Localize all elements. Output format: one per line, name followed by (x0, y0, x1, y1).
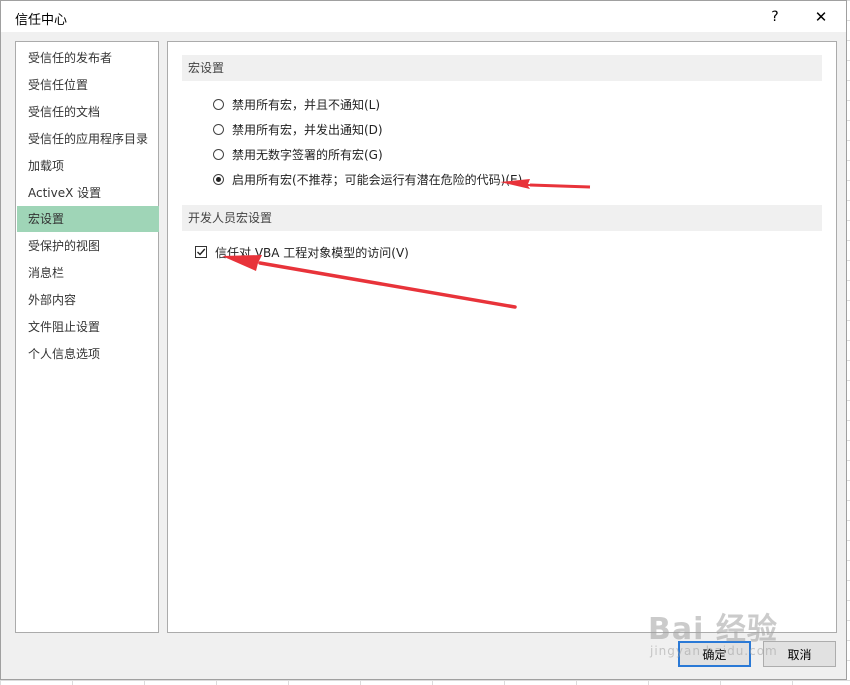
radio-circle-icon[interactable] (213, 98, 224, 110)
trust-center-dialog: 信任中心 ? ✕ 受信任的发布者 受信任位置 受信任的文档 受信任的应用程序目录… (0, 0, 847, 680)
close-button[interactable]: ✕ (798, 1, 844, 32)
sidebar-item-message-bar[interactable]: 消息栏 (17, 260, 159, 286)
title-bar: 信任中心 ? ✕ (1, 1, 846, 32)
trust-vba-label: 信任对 VBA 工程对象模型的访问(V) (215, 245, 409, 260)
sidebar-item-trusted-publishers[interactable]: 受信任的发布者 (17, 45, 159, 71)
sidebar-item-privacy-options[interactable]: 个人信息选项 (17, 341, 159, 367)
radio-circle-icon[interactable] (213, 123, 224, 135)
radio-circle-icon[interactable] (213, 148, 224, 160)
macro-settings-header: 宏设置 (182, 55, 822, 81)
radio-label: 禁用所有宏，并且不通知(L) (232, 97, 381, 112)
trust-vba-checkbox-row[interactable]: 信任对 VBA 工程对象模型的访问(V) (195, 242, 409, 262)
sidebar-item-trusted-app-catalogs[interactable]: 受信任的应用程序目录 (17, 126, 159, 152)
developer-settings-header: 开发人员宏设置 (182, 205, 822, 231)
settings-panel: 宏设置 禁用所有宏，并且不通知(L) 禁用所有宏，并发出通知(D) 禁用无数字签… (167, 41, 837, 633)
radio-disable-with-notify[interactable]: 禁用所有宏，并发出通知(D) (213, 119, 383, 139)
sidebar-item-trusted-documents[interactable]: 受信任的文档 (17, 99, 159, 125)
sidebar: 受信任的发布者 受信任位置 受信任的文档 受信任的应用程序目录 加载项 Acti… (15, 41, 159, 633)
sidebar-item-macro-settings[interactable]: 宏设置 (17, 206, 159, 232)
sidebar-item-external-content[interactable]: 外部内容 (17, 287, 159, 313)
sidebar-item-activex-settings[interactable]: ActiveX 设置 (17, 180, 159, 206)
window-title: 信任中心 (15, 13, 68, 28)
sidebar-item-trusted-locations[interactable]: 受信任位置 (17, 72, 159, 98)
radio-label: 禁用无数字签署的所有宏(G) (232, 147, 383, 162)
help-button[interactable]: ? (753, 1, 797, 32)
radio-label: 启用所有宏(不推荐；可能会运行有潜在危险的代码)(E) (232, 172, 523, 187)
radio-label: 禁用所有宏，并发出通知(D) (232, 122, 383, 137)
radio-enable-all[interactable]: 启用所有宏(不推荐；可能会运行有潜在危险的代码)(E) (213, 169, 522, 189)
sidebar-item-file-block-settings[interactable]: 文件阻止设置 (17, 314, 159, 340)
checkbox-checked-icon[interactable] (195, 246, 207, 258)
radio-disable-no-notify[interactable]: 禁用所有宏，并且不通知(L) (213, 94, 380, 114)
close-icon: ✕ (814, 7, 828, 26)
ok-button[interactable]: 确定 (678, 641, 751, 667)
radio-selected-icon[interactable] (213, 173, 224, 185)
sidebar-item-protected-view[interactable]: 受保护的视图 (17, 233, 159, 259)
radio-disable-unsigned[interactable]: 禁用无数字签署的所有宏(G) (213, 144, 383, 164)
cancel-button[interactable]: 取消 (763, 641, 836, 667)
sidebar-item-add-ins[interactable]: 加载项 (17, 153, 159, 179)
